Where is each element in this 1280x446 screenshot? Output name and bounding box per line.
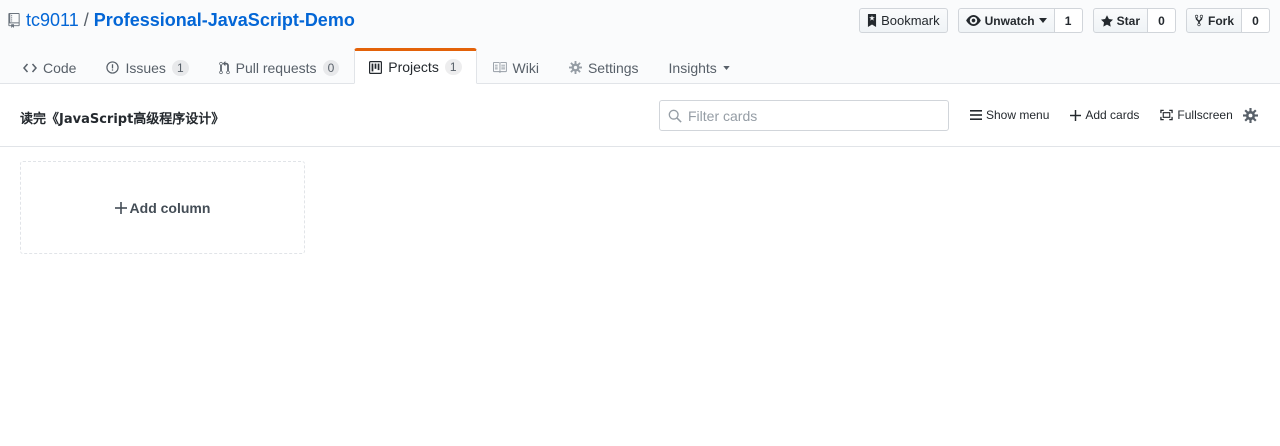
tab-pull-requests-label: Pull requests (235, 59, 317, 76)
project-title: 读完《JavaScript高级程序设计》 (20, 112, 225, 127)
pull-request-icon (218, 60, 230, 74)
fullscreen-label: Fullscreen (1177, 108, 1233, 122)
show-menu-label: Show menu (986, 108, 1050, 122)
forks-count[interactable]: 0 (1242, 8, 1270, 33)
tab-wiki-label: Wiki (512, 59, 539, 76)
star-icon (1100, 14, 1113, 27)
issues-counter: 1 (171, 59, 189, 76)
tab-issues-label: Issues (125, 59, 166, 76)
tab-insights[interactable]: Insights (654, 48, 745, 84)
tab-projects[interactable]: Projects 1 (354, 48, 477, 84)
project-icon (369, 60, 383, 74)
pull-requests-counter: 0 (322, 59, 340, 76)
fork-icon (1194, 14, 1204, 27)
repo-owner-link[interactable]: tc9011 (26, 10, 79, 31)
tab-settings[interactable]: Settings (554, 48, 654, 84)
unwatch-label: Unwatch (984, 13, 1035, 28)
repo-icon (8, 12, 20, 28)
watchers-count[interactable]: 1 (1054, 8, 1083, 33)
stargazers-count[interactable]: 0 (1147, 8, 1176, 33)
add-cards-button[interactable]: Add cards (1070, 108, 1139, 122)
fullscreen-icon (1160, 109, 1174, 121)
fork-button[interactable]: Fork (1185, 8, 1242, 33)
repo-nav-tabs: Code Issues 1 Pull requests 0 Projects 1… (8, 48, 745, 84)
tab-issues[interactable]: Issues 1 (91, 48, 203, 84)
fork-label: Fork (1207, 13, 1234, 28)
filter-cards-input[interactable] (688, 107, 938, 124)
projects-counter: 1 (444, 59, 462, 75)
project-settings-button[interactable] (1243, 108, 1258, 126)
path-separator: / (83, 9, 89, 30)
menu-icon (970, 110, 982, 120)
watch-group: Unwatch 1 (957, 8, 1083, 33)
gear-icon (568, 61, 582, 74)
fork-group: Fork 0 (1185, 8, 1270, 33)
tab-projects-label: Projects (388, 59, 439, 75)
bookmark-button[interactable]: Bookmark (859, 8, 948, 33)
bookmark-label: Bookmark (881, 13, 940, 28)
bookmark-icon (868, 14, 877, 27)
tab-pull-requests[interactable]: Pull requests 0 (204, 48, 355, 84)
add-column-label: Add column (129, 199, 211, 216)
star-button[interactable]: Star (1092, 8, 1148, 33)
caret-down-icon (723, 65, 730, 70)
issue-icon (106, 61, 120, 74)
tab-code-label: Code (43, 59, 77, 76)
caret-down-icon (1038, 18, 1047, 23)
repo-header: tc9011 / Professional-JavaScript-Demo Bo… (0, 0, 1280, 84)
project-header: 读完《JavaScript高级程序设计》 Show menu Add cards… (0, 84, 1280, 147)
tab-insights-label: Insights (668, 59, 717, 76)
tab-wiki[interactable]: Wiki (477, 48, 554, 84)
gear-icon (1243, 108, 1258, 123)
add-column-button[interactable]: Add column (20, 161, 305, 254)
star-label: Star (1116, 13, 1140, 28)
fullscreen-button[interactable]: Fullscreen (1160, 108, 1233, 122)
repo-actions: Bookmark Unwatch 1 Star 0 Fork 0 (859, 8, 1270, 33)
code-icon (23, 63, 37, 72)
tab-code[interactable]: Code (8, 48, 91, 84)
unwatch-button[interactable]: Unwatch (957, 8, 1055, 33)
star-group: Star 0 (1092, 8, 1176, 33)
project-actions: Show menu Add cards Fullscreen (970, 108, 1233, 122)
repo-name-link[interactable]: Professional-JavaScript-Demo (94, 10, 355, 31)
search-icon (668, 109, 682, 123)
book-icon (492, 62, 507, 73)
repo-title: tc9011 / Professional-JavaScript-Demo (8, 8, 355, 32)
show-menu-button[interactable]: Show menu (970, 108, 1049, 122)
plus-icon (1070, 109, 1082, 121)
tab-settings-label: Settings (587, 59, 639, 76)
add-cards-label: Add cards (1085, 108, 1140, 122)
filter-cards-box[interactable] (659, 100, 949, 131)
eye-icon (965, 15, 981, 26)
plus-icon (114, 201, 127, 214)
